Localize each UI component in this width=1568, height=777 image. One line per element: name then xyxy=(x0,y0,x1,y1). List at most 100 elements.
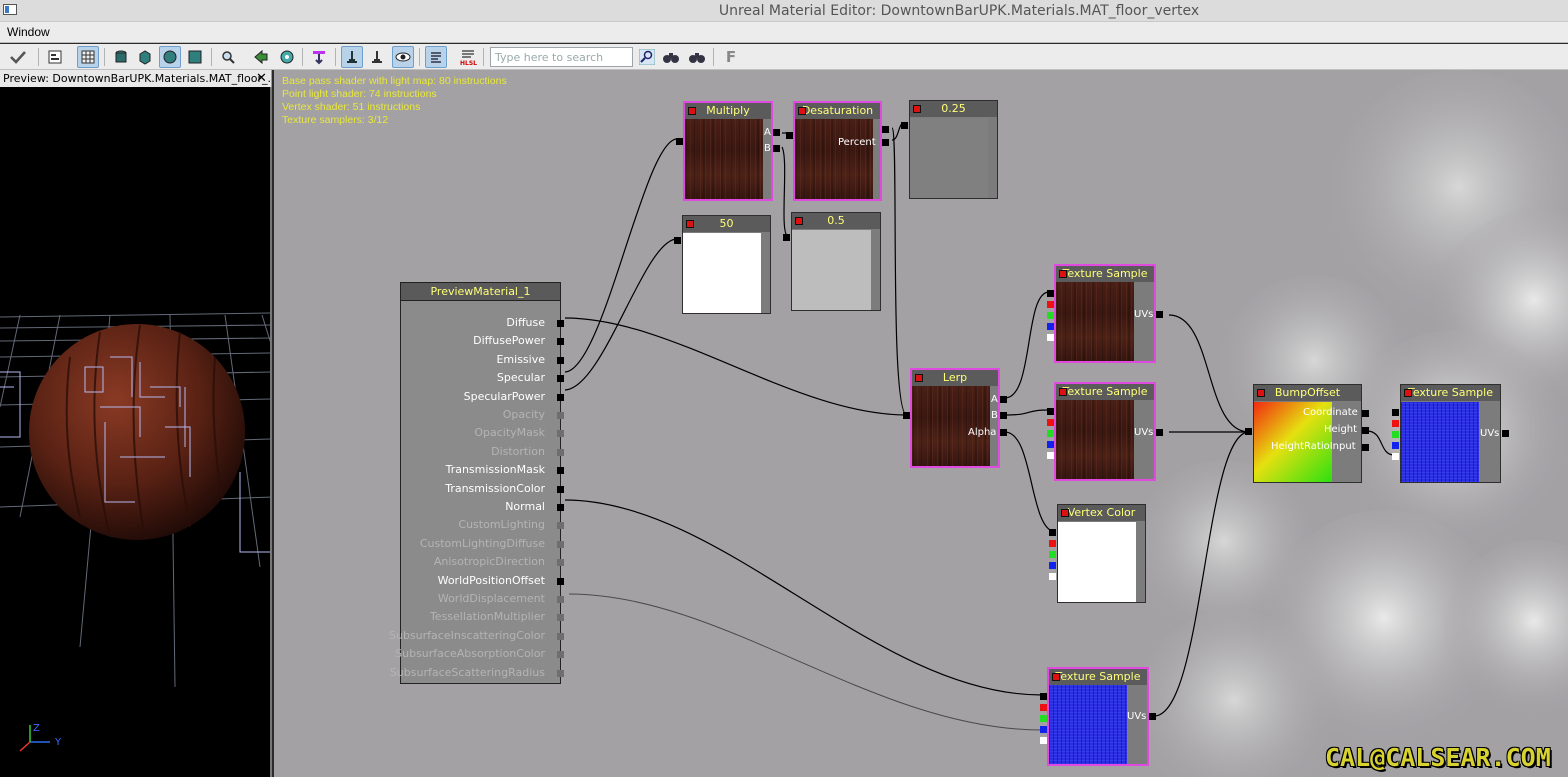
material-input-pin[interactable] xyxy=(557,430,564,438)
material-input-row[interactable]: AnisotropicDirection xyxy=(400,555,564,569)
back-arrow-icon[interactable] xyxy=(250,46,272,68)
texture-sample-3-node[interactable]: Texture Sample UVs xyxy=(1392,384,1509,483)
material-input-label: OpacityMask xyxy=(474,426,545,440)
material-input-row[interactable]: Specular xyxy=(400,371,564,385)
lerp-preview xyxy=(912,386,990,466)
texture-sample-1-node[interactable]: Texture Sample UVs xyxy=(1047,264,1163,363)
lerp-node[interactable]: Lerp A B Alpha xyxy=(903,368,1007,468)
material-input-row[interactable]: Normal xyxy=(400,500,564,514)
f-function-icon[interactable]: F xyxy=(720,46,742,68)
texture-sample-2-node[interactable]: Texture Sample UVs xyxy=(1047,382,1163,481)
texture-sample-3-preview xyxy=(1401,402,1479,482)
close-icon[interactable]: ✕ xyxy=(256,71,267,86)
preview-eye-icon[interactable] xyxy=(392,46,414,68)
material-input-pin[interactable] xyxy=(557,485,564,493)
texture-sample-2-preview xyxy=(1056,400,1134,479)
binoculars-alt-icon[interactable] xyxy=(686,46,708,68)
material-input-pin[interactable] xyxy=(557,338,564,346)
constant-025-node[interactable]: 0.25 xyxy=(901,100,998,199)
material-input-row[interactable]: SubsurfaceScatteringRadius xyxy=(390,666,564,680)
cube-icon[interactable] xyxy=(134,46,156,68)
menu-window[interactable]: Window xyxy=(7,25,50,39)
material-input-row[interactable]: WorldDisplacement xyxy=(400,592,564,606)
material-input-row[interactable]: CustomLighting xyxy=(400,518,564,532)
material-input-pin[interactable] xyxy=(557,632,564,640)
material-input-label: CustomLightingDiffuse xyxy=(419,536,545,550)
material-input-pin[interactable] xyxy=(557,522,564,530)
material-input-pin[interactable] xyxy=(557,577,564,585)
material-input-pin[interactable] xyxy=(557,540,564,548)
clean-connectors-icon[interactable] xyxy=(366,46,388,68)
stat-vertex-shader: Vertex shader: 51 instructions xyxy=(282,101,421,113)
preview-header: Preview: DowntownBarUPK.Materials.MAT_fl… xyxy=(0,70,272,87)
material-graph-canvas[interactable]: Base pass shader with light map: 80 inst… xyxy=(274,70,1568,777)
bump-offset-node[interactable]: BumpOffset Coordinate Height HeightRatio… xyxy=(1245,384,1369,483)
desaturation-preview xyxy=(795,119,873,199)
material-input-label: Specular xyxy=(496,371,545,385)
material-input-pin[interactable] xyxy=(557,467,564,475)
texture-sample-2-title: Texture Sample xyxy=(1062,385,1148,398)
material-input-row[interactable]: CustomLightingDiffuse xyxy=(400,536,564,551)
texture-sample-3-uvs: UVs xyxy=(1480,428,1500,439)
sphere-icon[interactable] xyxy=(159,46,181,68)
search-go-icon[interactable] xyxy=(636,46,658,68)
texture-sample-4-title: Texture Sample xyxy=(1055,670,1141,683)
find-icon[interactable] xyxy=(217,46,239,68)
cylinder-icon[interactable] xyxy=(110,46,132,68)
material-input-pin[interactable] xyxy=(557,412,564,419)
material-input-row[interactable]: WorldPositionOffset xyxy=(400,574,564,588)
multiply-node[interactable]: Multiply A B xyxy=(676,101,780,201)
material-input-pin[interactable] xyxy=(557,504,564,511)
texture-sample-4-node[interactable]: Texture Sample UVs xyxy=(1040,667,1156,766)
fit-view-icon[interactable] xyxy=(44,46,66,68)
texture-sample-1-title: Texture Sample xyxy=(1062,267,1148,280)
material-input-row[interactable]: TessellationMultiplier xyxy=(400,610,564,624)
material-input-row[interactable]: SpecularPower xyxy=(400,390,564,404)
material-input-row[interactable]: Opacity xyxy=(400,408,564,422)
toolbar: HLSL Type here to search F xyxy=(0,44,1568,70)
material-input-pin[interactable] xyxy=(557,651,564,659)
texture-sample-4-preview xyxy=(1049,685,1127,764)
material-input-row[interactable]: DiffusePower xyxy=(400,334,564,348)
material-input-label: Normal xyxy=(505,500,545,513)
binoculars-icon[interactable] xyxy=(660,46,682,68)
home-node-icon[interactable] xyxy=(276,46,298,68)
desaturation-node[interactable]: Desaturation Percent xyxy=(786,101,889,201)
plane-icon[interactable] xyxy=(184,46,206,68)
material-input-row[interactable]: TransmissionMask xyxy=(400,463,564,477)
constant-05-title: 0.5 xyxy=(827,214,845,227)
apply-checkmark-icon[interactable] xyxy=(4,46,32,68)
vertex-color-title: Vertex Color xyxy=(1067,506,1136,519)
constant-05-node[interactable]: 0.5 xyxy=(783,212,881,311)
texture-sample-1-uvs: UVs xyxy=(1134,309,1154,320)
preview-material-node[interactable]: PreviewMaterial_1 Diffuse DiffusePower Emi… xyxy=(389,282,564,684)
preview-viewport[interactable]: Z Y xyxy=(0,87,272,777)
material-input-row[interactable]: Distortion xyxy=(400,445,564,459)
toggle-connectors-icon[interactable] xyxy=(341,46,363,68)
material-input-row[interactable]: Emissive xyxy=(400,353,564,367)
material-input-pin[interactable] xyxy=(557,559,564,567)
bump-offset-input-heightratio: HeightRatioInput xyxy=(1271,441,1356,452)
material-input-pin[interactable] xyxy=(557,596,564,603)
material-input-pin[interactable] xyxy=(557,614,564,622)
material-input-pin[interactable] xyxy=(557,320,564,327)
grid-icon[interactable] xyxy=(77,46,99,68)
material-input-pin[interactable] xyxy=(557,375,564,383)
vertex-color-node[interactable]: Vertex Color xyxy=(1049,504,1146,603)
multiply-input-b: B xyxy=(764,143,771,154)
material-input-label: SubsurfaceAbsorptionColor xyxy=(395,647,545,661)
statistics-icon[interactable] xyxy=(425,46,447,68)
material-input-pin[interactable] xyxy=(557,393,564,401)
material-input-pin[interactable] xyxy=(557,669,564,677)
material-input-row[interactable]: SubsurfaceAbsorptionColor xyxy=(395,647,564,661)
realtime-preview-icon[interactable] xyxy=(308,46,330,68)
material-input-row[interactable]: OpacityMask xyxy=(400,426,564,440)
constant-50-node[interactable]: 50 xyxy=(674,215,771,314)
hlsl-code-icon[interactable]: HLSL xyxy=(457,46,479,68)
material-input-row[interactable]: SubsurfaceInscatteringColor xyxy=(389,629,564,643)
material-input-row[interactable]: TransmissionColor xyxy=(400,482,564,496)
material-input-pin[interactable] xyxy=(557,356,564,364)
material-input-row[interactable]: Diffuse xyxy=(400,316,564,330)
search-input[interactable]: Type here to search xyxy=(490,47,633,67)
material-input-pin[interactable] xyxy=(557,448,564,456)
